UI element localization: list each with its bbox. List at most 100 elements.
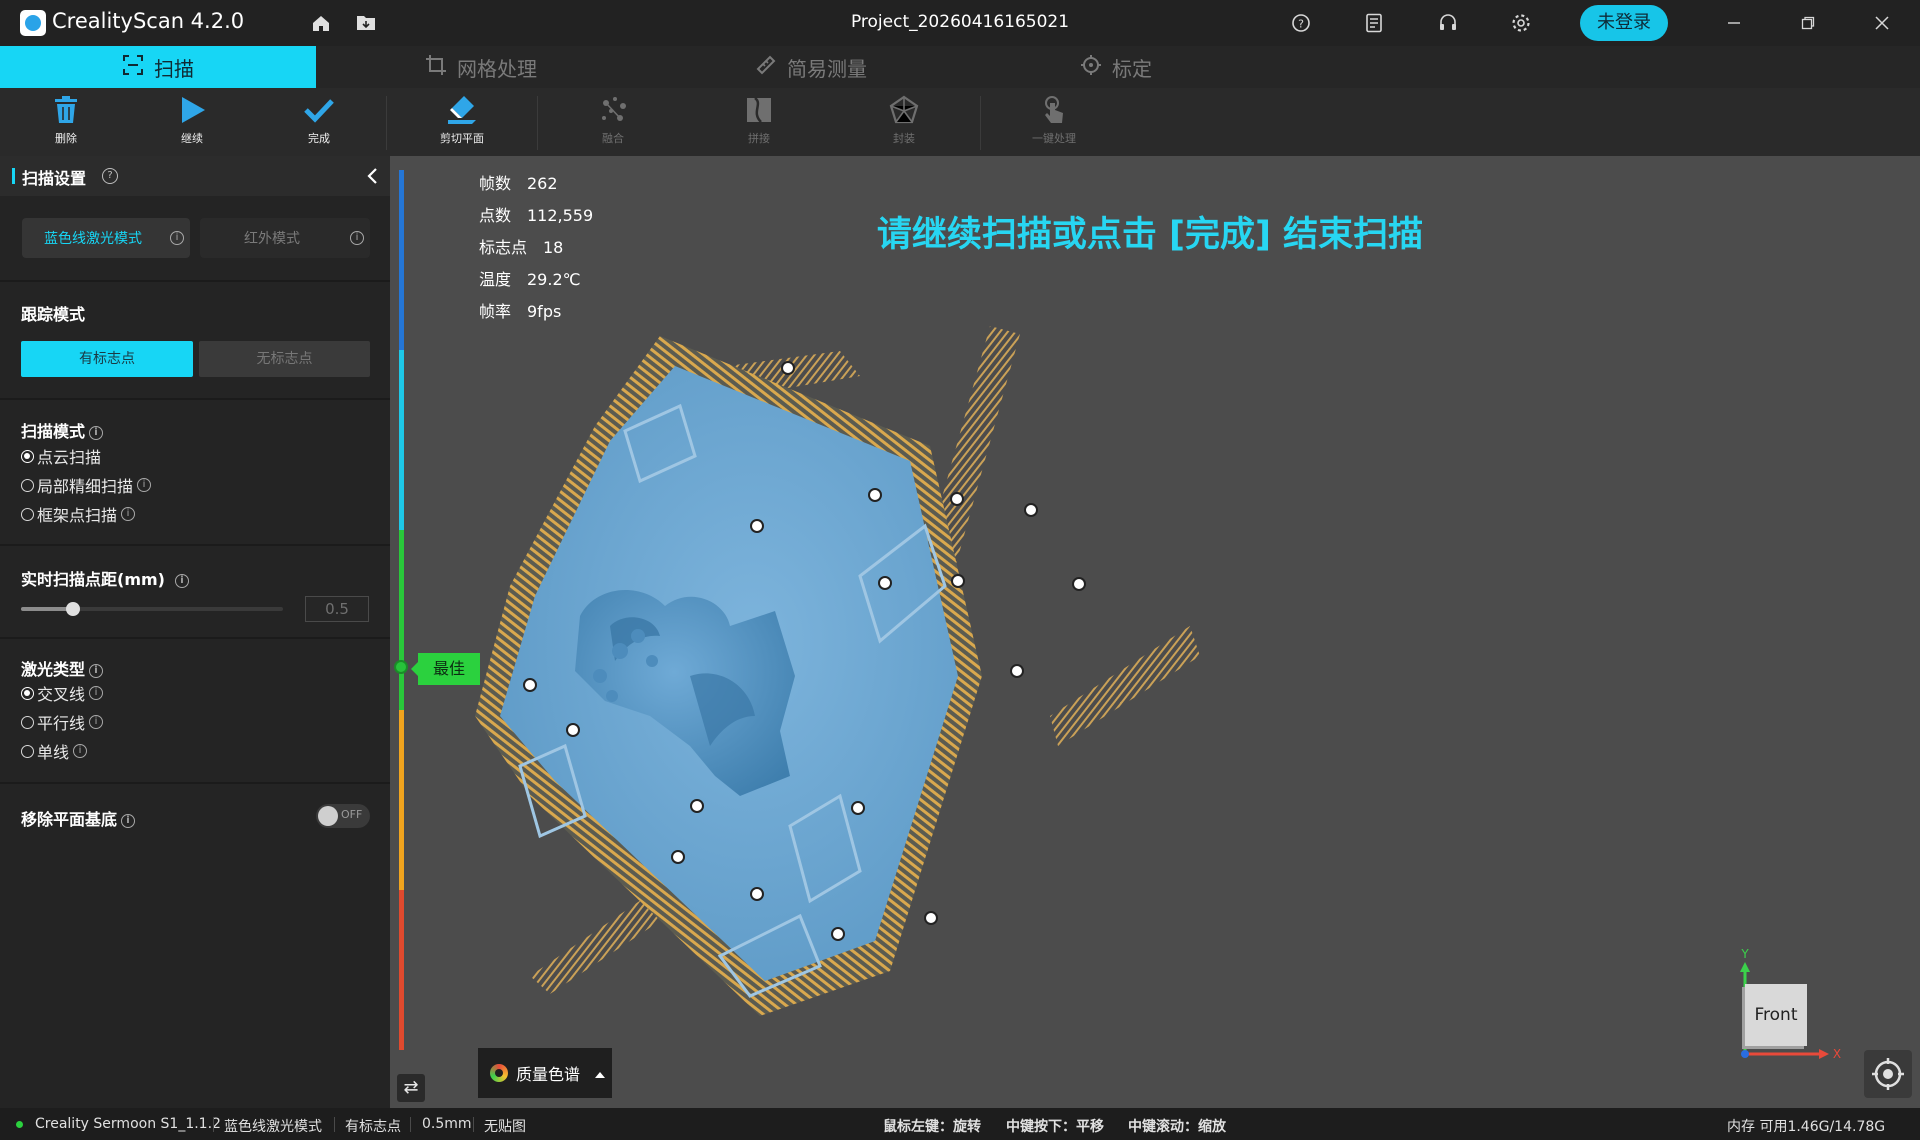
status-mode: 蓝色线激光模式 <box>224 1119 322 1135</box>
radio-selected[interactable] <box>21 449 34 463</box>
one-click-label: 一键处理 <box>1032 132 1076 145</box>
info-icon[interactable]: i <box>73 744 88 758</box>
info-icon[interactable]: i <box>89 663 104 678</box>
collapse-chevron-icon[interactable] <box>366 167 378 189</box>
radio-unselected[interactable] <box>21 744 34 758</box>
stat-framerate: 帧率 9fps <box>479 298 561 322</box>
document-icon[interactable] <box>1361 10 1387 36</box>
info-icon[interactable]: i <box>89 686 104 700</box>
quality-segment-cyan <box>399 350 404 530</box>
toggle-knob <box>318 806 338 826</box>
laser-type-option-single[interactable]: 单线 i <box>21 740 88 762</box>
tab-mesh[interactable]: 网格处理 <box>316 46 646 88</box>
remove-plane-toggle[interactable]: OFF <box>316 804 370 828</box>
quality-segment-orange <box>399 710 404 890</box>
scan-mode-option-point-cloud[interactable]: 点云扫描 <box>21 445 101 467</box>
radio-unselected[interactable] <box>21 715 34 729</box>
infrared-mode-label: 红外模式 <box>244 231 300 247</box>
close-icon[interactable] <box>1869 10 1895 36</box>
quality-spectrum-button[interactable]: 质量色谱 <box>478 1048 612 1098</box>
mesh-label: 封装 <box>893 132 915 145</box>
3d-viewport[interactable]: 最佳 帧数 262 点数 112,559 标志点 18 温度 29.2℃ 帧率 9fps … <box>390 156 1920 1108</box>
info-icon[interactable]: i <box>137 478 152 492</box>
point-distance-slider[interactable] <box>21 602 283 616</box>
folder-icon[interactable] <box>353 10 379 36</box>
info-icon[interactable]: i <box>89 425 104 440</box>
point-distance-title: 实时扫描点距(mm) i <box>21 566 189 590</box>
help-icon[interactable]: ? <box>102 168 118 184</box>
blue-laser-mode-button[interactable]: 蓝色线激光模式 i <box>22 218 190 258</box>
fuse-button[interactable]: 融合 <box>573 94 653 154</box>
finish-button[interactable]: 完成 <box>279 94 359 154</box>
memory-usage: 内存 可用1.46G/14.78G <box>1727 1119 1886 1135</box>
continue-label: 继续 <box>181 132 203 145</box>
swap-icon[interactable]: ⇄ <box>397 1074 425 1102</box>
point-distance-input[interactable]: 0.5 <box>305 596 369 622</box>
crop-icon <box>425 54 447 81</box>
caret-up-icon <box>594 1064 606 1083</box>
status-divider <box>473 1117 474 1132</box>
continue-button[interactable]: 继续 <box>152 94 232 154</box>
panel-accent-bar <box>12 168 15 184</box>
axis-y-label: Y <box>1740 947 1749 961</box>
radio-unselected[interactable] <box>21 478 34 492</box>
app-title: CrealityScan 4.2.0 <box>52 9 245 33</box>
slider-handle[interactable] <box>66 602 81 616</box>
title-bar: CrealityScan 4.2.0 Project_2026041616502… <box>0 0 1920 46</box>
home-icon[interactable] <box>308 10 334 36</box>
minimize-icon[interactable] <box>1721 10 1747 36</box>
stat-value: 262 <box>527 174 558 193</box>
mesh-button[interactable]: 封装 <box>864 94 944 154</box>
scan-mode-option-frame-points[interactable]: 框架点扫描 i <box>21 503 136 525</box>
scan-mode-title: 扫描模式 i <box>21 418 104 442</box>
radio-unselected[interactable] <box>21 507 34 521</box>
scan-settings-panel: 扫描设置 ? 蓝色线激光模式 i 红外模式 i 跟踪模式 有标志点 无标志点 扫… <box>0 156 390 1108</box>
panel-title: 扫描设置 <box>22 169 87 188</box>
info-icon[interactable]: i <box>121 813 136 828</box>
laser-type-option-cross[interactable]: 交叉线 i <box>21 682 104 704</box>
tab-calibrate[interactable]: 标定 <box>976 46 1256 88</box>
delete-button[interactable]: 删除 <box>26 94 106 154</box>
info-icon[interactable]: i <box>350 231 364 245</box>
headset-icon[interactable] <box>1435 10 1461 36</box>
status-distance: 0.5mm <box>422 1116 472 1132</box>
status-tracking: 有标志点 <box>345 1119 401 1135</box>
cut-plane-button[interactable]: 剪切平面 <box>422 94 502 154</box>
hint-rotate: 鼠标左键：旋转 <box>883 1119 981 1135</box>
quality-marker <box>394 660 408 674</box>
radio-selected[interactable] <box>21 686 34 700</box>
view-cube-front[interactable]: Front <box>1745 984 1807 1046</box>
tab-measure[interactable]: 简易测量 <box>646 46 976 88</box>
one-click-button[interactable]: 一键处理 <box>1014 94 1094 154</box>
recenter-view-icon[interactable] <box>1864 1050 1912 1098</box>
laser-type-option-parallel[interactable]: 平行线 i <box>21 711 104 733</box>
device-name: Creality Sermoon S1_1.1.2 <box>35 1116 221 1132</box>
stat-label: 点数 <box>479 206 512 225</box>
settings-icon[interactable] <box>1508 10 1534 36</box>
login-button[interactable]: 未登录 <box>1580 5 1668 41</box>
ruler-icon <box>755 54 777 81</box>
info-icon[interactable]: i <box>170 231 184 245</box>
stat-label: 帧数 <box>479 174 512 193</box>
connection-status-dot <box>16 1121 23 1128</box>
stat-value: 18 <box>543 238 564 257</box>
stitch-button[interactable]: 拼接 <box>719 94 799 154</box>
help-icon[interactable]: ? <box>1288 10 1314 36</box>
info-icon[interactable]: i <box>174 573 189 588</box>
hint-zoom: 中键滚动：缩放 <box>1128 1119 1226 1135</box>
without-markers-button[interactable]: 无标志点 <box>199 341 370 377</box>
with-markers-button[interactable]: 有标志点 <box>21 341 193 377</box>
infrared-mode-button[interactable]: 红外模式 i <box>200 218 370 258</box>
toolbar-divider <box>980 96 981 150</box>
tab-scan[interactable]: 扫描 <box>0 46 316 88</box>
scan-point-cloud <box>475 326 1200 1016</box>
scan-mode-option-local-fine[interactable]: 局部精细扫描 i <box>21 474 152 496</box>
option-label: 局部精细扫描 <box>37 477 134 496</box>
option-label: 交叉线 <box>37 685 86 704</box>
info-icon[interactable]: i <box>89 715 104 729</box>
divider <box>0 782 390 784</box>
restore-icon[interactable] <box>1795 10 1821 36</box>
scan-icon <box>122 54 144 81</box>
app-logo <box>20 10 46 36</box>
info-icon[interactable]: i <box>121 507 136 521</box>
